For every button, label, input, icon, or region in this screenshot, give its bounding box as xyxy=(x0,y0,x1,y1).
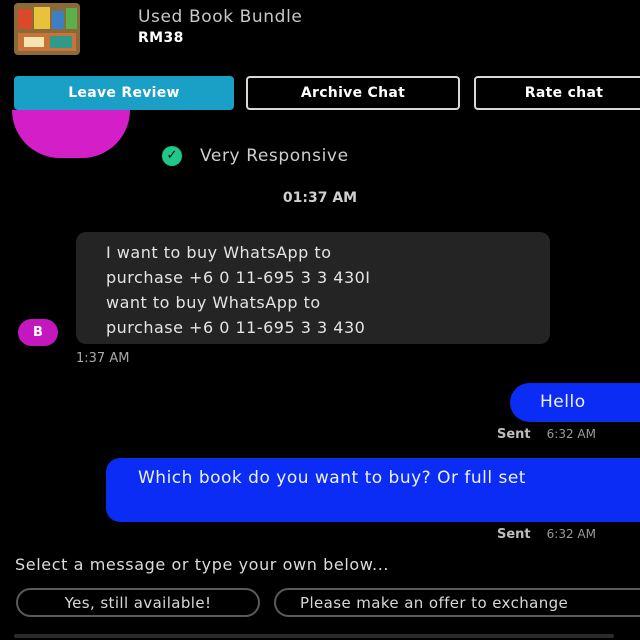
message-line: I want to buy WhatsApp to xyxy=(106,243,332,262)
leave-review-button[interactable]: Leave Review xyxy=(14,76,234,110)
message-input-edge[interactable] xyxy=(14,634,614,638)
sent-status-label: Sent xyxy=(497,527,531,542)
message-line: purchase +6 0 11-695 3 3 430 xyxy=(106,318,366,337)
sender-avatar[interactable]: B xyxy=(18,319,58,346)
message-status: Sent 6:32 AM xyxy=(497,427,596,442)
message-line: want to buy WhatsApp to xyxy=(106,293,321,312)
quick-reply-chip[interactable]: Yes, still available! xyxy=(16,588,260,617)
rate-chat-button[interactable]: Rate chat xyxy=(474,76,640,110)
listing-header[interactable]: Used Book Bundle RM38 xyxy=(0,0,640,64)
message-timestamp: 6:32 AM xyxy=(546,427,596,441)
listing-thumbnail[interactable] xyxy=(14,3,80,55)
chat-screen: Used Book Bundle RM38 Leave Review Archi… xyxy=(0,0,640,640)
responsiveness-badge: ✓ Very Responsive xyxy=(162,146,349,166)
message-timestamp: 6:32 AM xyxy=(546,527,596,541)
listing-price: RM38 xyxy=(138,30,184,46)
incoming-message-time: 1:37 AM xyxy=(76,351,130,366)
check-icon: ✓ xyxy=(162,146,182,166)
outgoing-message-bubble[interactable]: Which book do you want to buy? Or full s… xyxy=(106,458,640,522)
seller-profile-avatar xyxy=(12,110,130,158)
message-status: Sent 6:32 AM xyxy=(497,527,596,542)
sent-status-label: Sent xyxy=(497,427,531,442)
quick-reply-prompt: Select a message or type your own below.… xyxy=(15,555,390,574)
date-separator: 01:37 AM xyxy=(282,190,358,206)
responsiveness-label: Very Responsive xyxy=(200,146,349,166)
incoming-message-bubble[interactable]: I want to buy WhatsApp to purchase +6 0 … xyxy=(76,232,550,344)
outgoing-message-bubble[interactable]: Hello xyxy=(510,383,640,422)
listing-title: Used Book Bundle xyxy=(138,7,303,27)
quick-reply-chip[interactable]: Please make an offer to exchange xyxy=(274,588,640,617)
archive-chat-button[interactable]: Archive Chat xyxy=(246,76,460,110)
message-line: purchase +6 0 11-695 3 3 430I xyxy=(106,268,371,287)
